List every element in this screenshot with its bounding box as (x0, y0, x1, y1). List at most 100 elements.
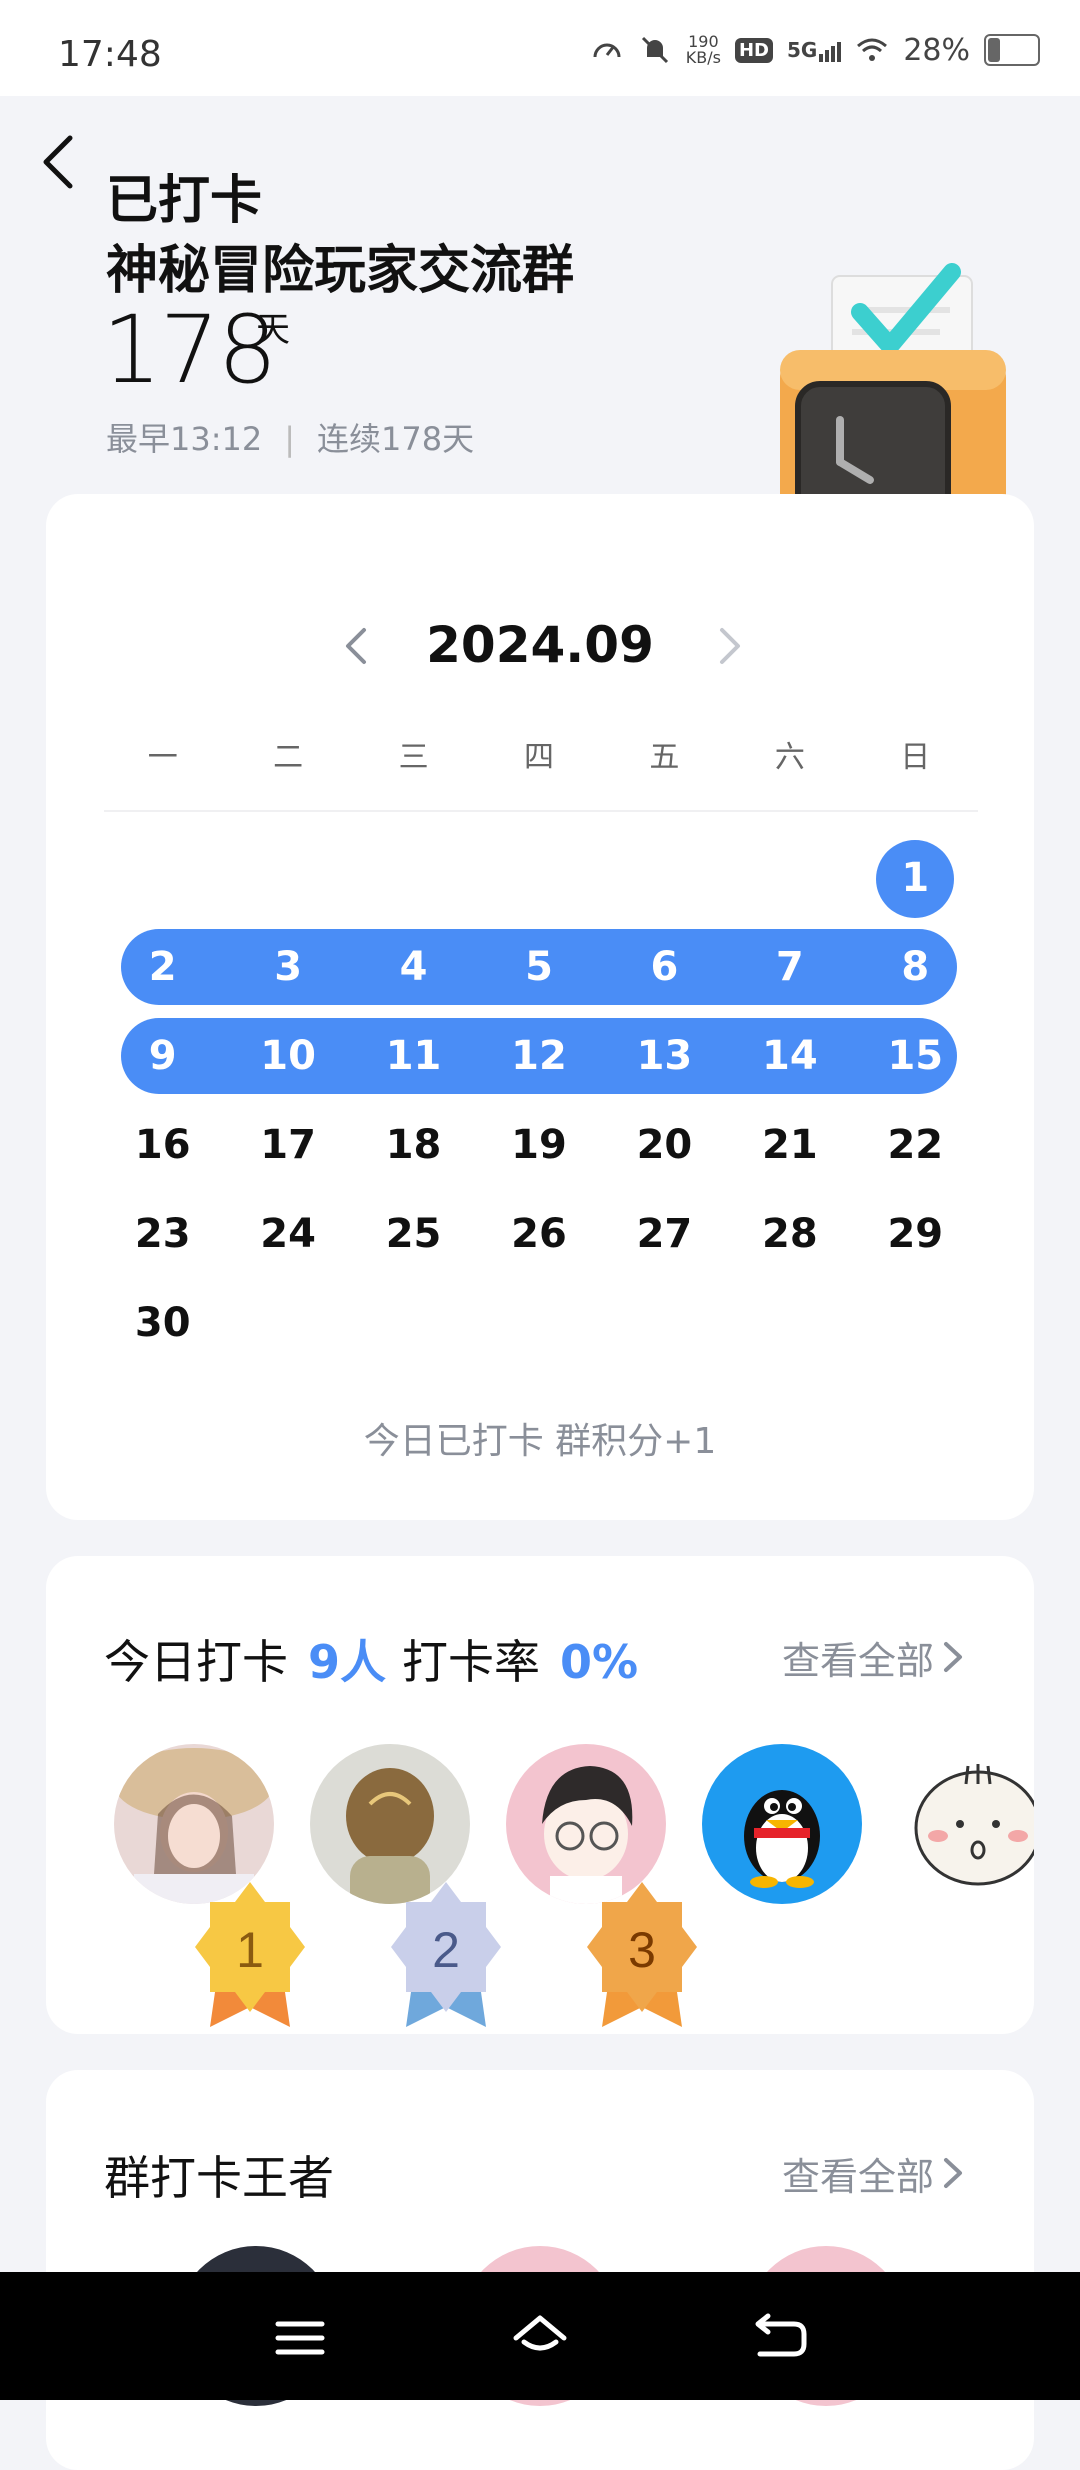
chevron-right-icon (944, 1642, 962, 1672)
view-all-label: 查看全部 (781, 1639, 934, 1683)
menu-icon[interactable] (270, 2308, 330, 2368)
battery-icon (984, 34, 1040, 66)
calendar-week-row: 9 10 11 12 13 14 15 (100, 1012, 978, 1101)
calendar-day[interactable]: 30 (100, 1279, 225, 1368)
today-view-all-link[interactable]: 查看全部 (782, 1630, 964, 1685)
home-icon[interactable] (510, 2308, 570, 2368)
calendar-card: 2024.09 一 二 三 四 五 六 日 1 2 3 4 5 6 7 8 9 10 11 12 13 1… (46, 494, 1034, 1520)
calendar-day[interactable]: 2 (100, 923, 225, 1012)
calendar-divider (104, 810, 978, 812)
weekday-header: 一 二 三 四 五 六 日 (100, 732, 978, 782)
streak-days: 连续178天 (317, 420, 475, 458)
calendar-day[interactable]: 8 (853, 923, 978, 1012)
group-name: 神秘冒险玩家交流群 (106, 241, 575, 301)
bell-muted-icon (641, 36, 668, 64)
calendar-day (225, 1279, 350, 1368)
rank-number: 3 (628, 1922, 656, 1978)
calendar-week-row: 1 (100, 834, 978, 923)
system-nav-bar (0, 2272, 1080, 2400)
calendar-day (476, 834, 601, 923)
calendar-day[interactable]: 21 (727, 1101, 852, 1190)
back-button[interactable] (36, 132, 80, 192)
today-checkin-card: 今日打卡 9人 打卡率 0% 查看全部 1 2 3 (46, 1556, 1034, 2034)
battery-percent: 28% (903, 32, 970, 68)
weekday-label: 五 (649, 740, 680, 775)
qq-penguin-avatar (702, 1744, 862, 1904)
calendar-day[interactable]: 17 (225, 1101, 350, 1190)
checkin-rate-label: 打卡率 (402, 1635, 541, 1689)
avatar-image (898, 1744, 1034, 1904)
member-avatar[interactable]: 1 (114, 1744, 305, 2027)
member-avatar[interactable]: 3 (506, 1744, 697, 2027)
calendar-day[interactable]: 13 (602, 1012, 727, 1101)
checkin-result-text: 今日已打卡 群积分+1 (363, 1421, 717, 1462)
status-time: 17:48 (58, 34, 162, 75)
member-avatar[interactable] (702, 1744, 862, 1904)
calendar-day[interactable]: 29 (853, 1190, 978, 1279)
checkin-rate-value: 0% (560, 1635, 639, 1689)
calendar-day[interactable]: 9 (100, 1012, 225, 1101)
hd-badge: HD (734, 37, 773, 63)
member-avatar[interactable]: 2 (310, 1744, 501, 2027)
checkin-kings-card: 群打卡王者 查看全部 (46, 2070, 1034, 2470)
calendar-day (100, 834, 225, 923)
speedometer-icon (593, 43, 621, 58)
signal-5g: 5G (787, 38, 842, 62)
calendar-day (602, 1279, 727, 1368)
calendar-week-row: 16 17 18 19 20 21 22 (100, 1101, 978, 1190)
calendar-day[interactable]: 11 (351, 1012, 476, 1101)
checkin-days-unit: 天 (256, 310, 290, 350)
today-checkin-summary: 今日打卡 9人 打卡率 0% (104, 1626, 638, 1692)
checkin-days-count: 178 (102, 296, 277, 405)
calendar-day[interactable]: 16 (100, 1101, 225, 1190)
calendar-week-row: 23 24 25 26 27 28 29 (100, 1190, 978, 1279)
signal-bars-icon (819, 42, 842, 62)
month-navigator: 2024.09 (46, 610, 1034, 680)
rank-number: 1 (236, 1922, 264, 1978)
weekday-label: 日 (900, 740, 931, 775)
calendar-day[interactable]: 10 (225, 1012, 350, 1101)
calendar-day[interactable]: 24 (225, 1190, 350, 1279)
calendar-week-row: 30 (100, 1279, 978, 1368)
view-all-label: 查看全部 (781, 2155, 934, 2199)
calendar-day[interactable]: 19 (476, 1101, 601, 1190)
calendar-day[interactable]: 22 (853, 1101, 978, 1190)
member-avatar[interactable] (898, 1744, 1034, 1904)
calendar-day (727, 1279, 852, 1368)
calendar-day[interactable]: 25 (351, 1190, 476, 1279)
calendar-day[interactable]: 18 (351, 1101, 476, 1190)
rank-badge-2: 2 (391, 1882, 501, 2027)
calendar-day[interactable]: 7 (727, 923, 852, 1012)
calendar-day[interactable]: 12 (476, 1012, 601, 1101)
network-speed: 190 KB/s (686, 34, 721, 66)
calendar-day[interactable]: 20 (602, 1101, 727, 1190)
calendar-grid: 1 2 3 4 5 6 7 8 9 10 11 12 13 14 15 16 17 18 19 20 21 22 23 24 2… (100, 834, 978, 1368)
calendar-day[interactable]: 27 (602, 1190, 727, 1279)
back-nav-icon[interactable] (750, 2308, 810, 2368)
weekday-label: 六 (774, 740, 805, 775)
weekday-label: 一 (147, 740, 178, 775)
calendar-day[interactable]: 4 (351, 923, 476, 1012)
today-checkin-label: 今日打卡 (104, 1635, 288, 1689)
next-month-button[interactable] (710, 624, 750, 668)
status-icons: 190 KB/s HD 5G 28% (590, 30, 1040, 70)
calendar-day[interactable]: 6 (602, 923, 727, 1012)
kings-view-all-link[interactable]: 查看全部 (782, 2146, 964, 2201)
checked-in-label: 已打卡 (106, 171, 263, 231)
stats-separator: | (284, 420, 296, 458)
prev-month-button[interactable] (336, 624, 376, 668)
calendar-day (225, 834, 350, 923)
calendar-day (351, 834, 476, 923)
calendar-day[interactable]: 1 (853, 834, 978, 923)
calendar-day[interactable]: 14 (727, 1012, 852, 1101)
status-bar: 17:48 190 KB/s HD 5G 28% (0, 0, 1080, 96)
calendar-day[interactable]: 23 (100, 1190, 225, 1279)
rank-number: 2 (432, 1922, 460, 1978)
rank-badge-3: 3 (587, 1882, 697, 2027)
calendar-day[interactable]: 26 (476, 1190, 601, 1279)
weekday-label: 四 (523, 740, 554, 775)
calendar-day[interactable]: 3 (225, 923, 350, 1012)
calendar-day[interactable]: 28 (727, 1190, 852, 1279)
calendar-day[interactable]: 5 (476, 923, 601, 1012)
calendar-day[interactable]: 15 (853, 1012, 978, 1101)
